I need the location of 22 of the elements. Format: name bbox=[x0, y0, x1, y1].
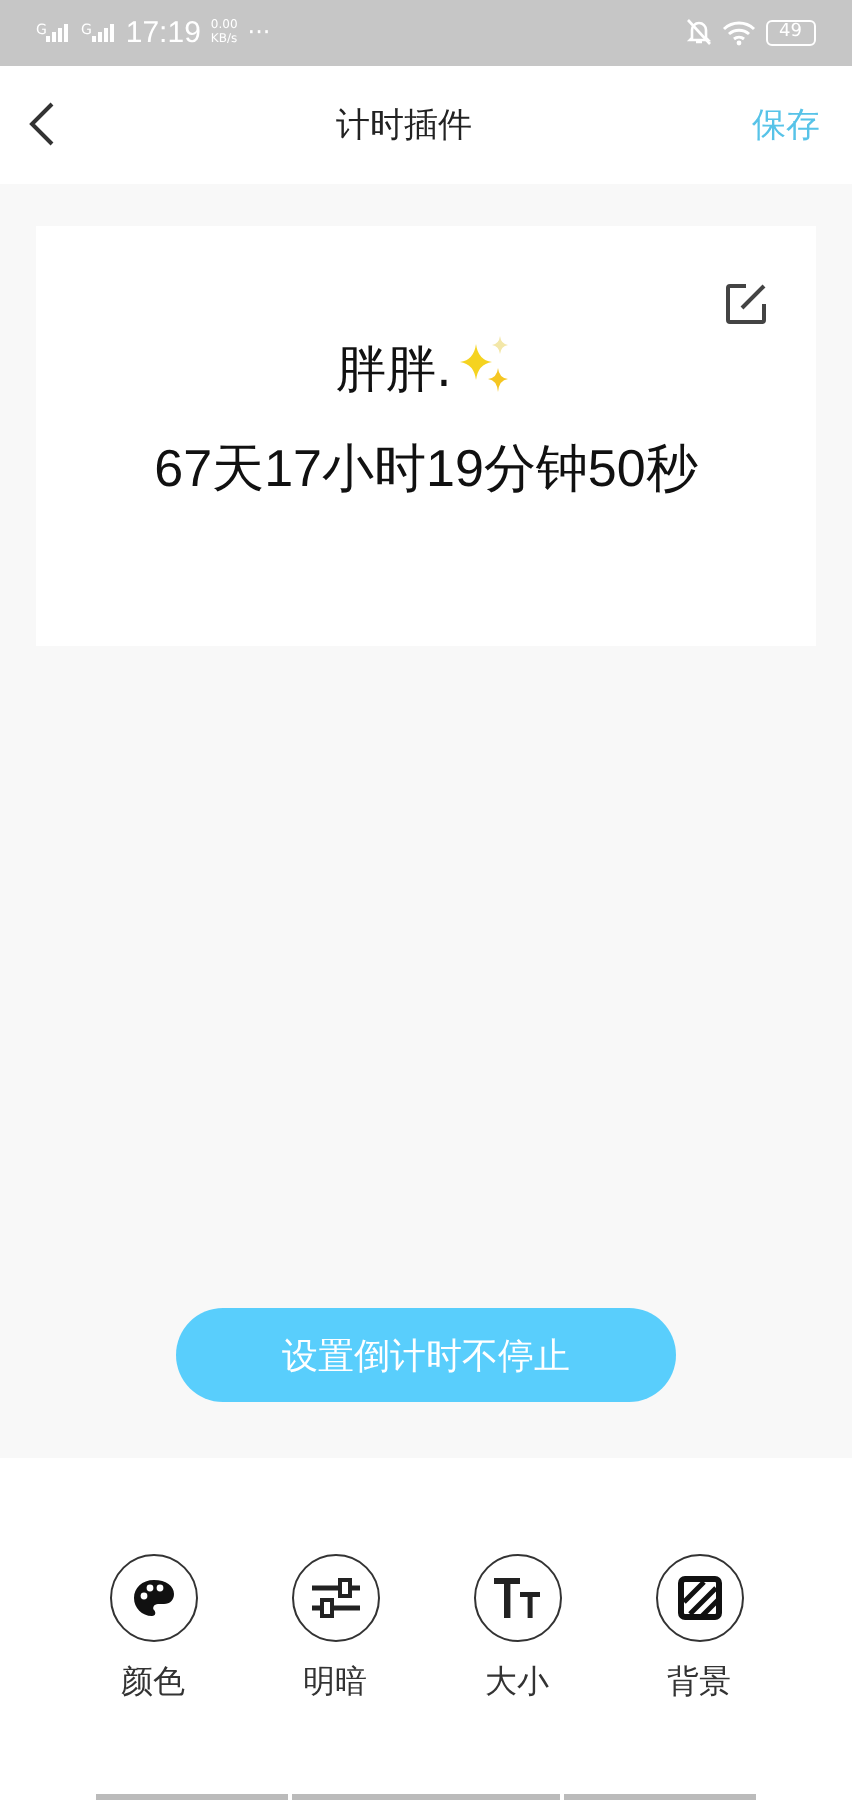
edit-icon bbox=[724, 281, 768, 326]
page-title: 计时插件 bbox=[336, 103, 472, 148]
bell-off-icon bbox=[685, 18, 712, 47]
back-icon bbox=[28, 102, 56, 147]
sliders-icon bbox=[309, 1576, 361, 1621]
tool-button[interactable]: 颜色 bbox=[109, 1554, 197, 1794]
widget-name: 胖胖. bbox=[336, 337, 452, 402]
edit-button[interactable] bbox=[724, 281, 768, 326]
text-size-icon bbox=[493, 1578, 541, 1619]
more-indicator: ··· bbox=[247, 18, 271, 47]
status-time: 17:19 bbox=[125, 15, 201, 50]
tool-button[interactable]: 大小 bbox=[473, 1554, 561, 1794]
tool-button[interactable]: 明暗 bbox=[291, 1554, 379, 1794]
battery-indicator: 49 bbox=[765, 19, 816, 46]
wifi-icon bbox=[721, 19, 756, 46]
back-button[interactable] bbox=[28, 102, 56, 147]
signal-icon bbox=[91, 23, 116, 42]
countdown-text: 67天17小时19分钟50秒 bbox=[154, 435, 698, 502]
background-icon bbox=[677, 1576, 721, 1621]
signal-icon bbox=[46, 23, 71, 42]
palette-icon bbox=[131, 1578, 175, 1619]
tool-button[interactable]: 背景 bbox=[655, 1554, 743, 1794]
